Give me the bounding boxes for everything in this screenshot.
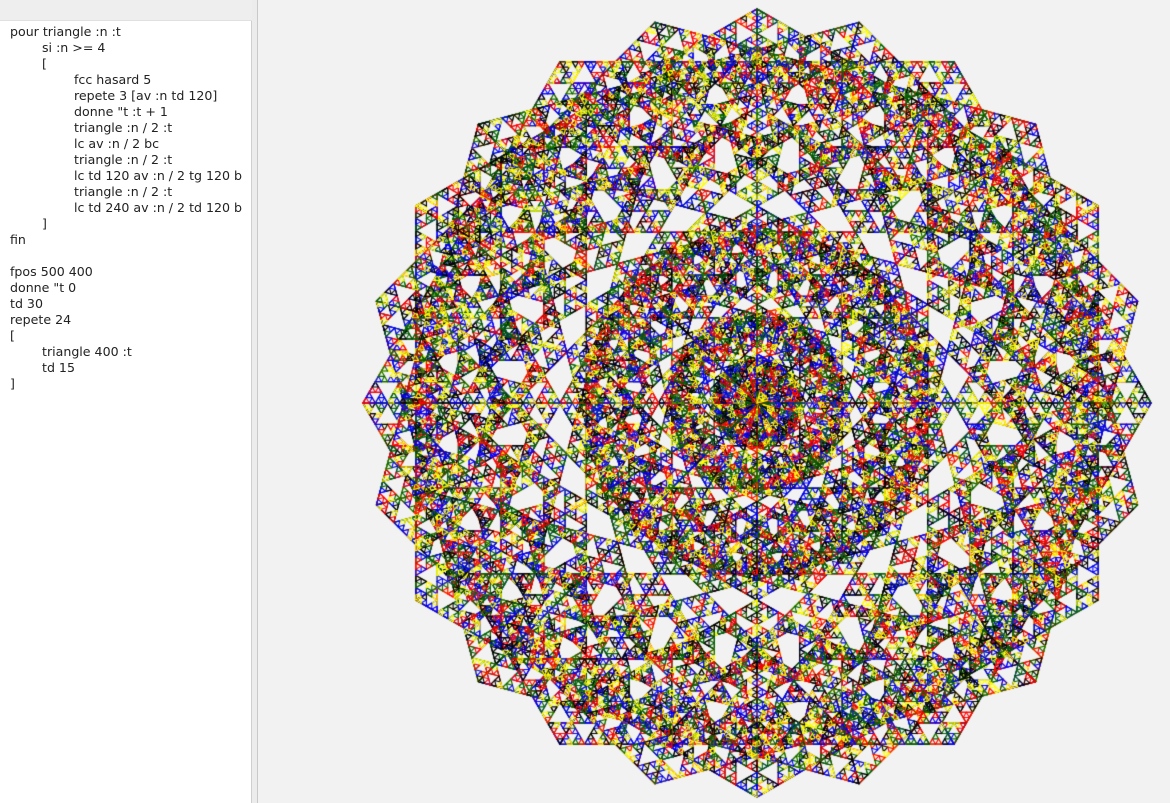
code-line: donne "t :t + 1	[74, 104, 168, 119]
code-line: fcc hasard 5	[74, 72, 152, 87]
code-line: triangle :n / 2 :t	[74, 184, 173, 199]
code-line: lc av :n / 2 bc	[74, 136, 160, 151]
code-line: triangle :n / 2 :t	[74, 152, 173, 167]
code-line: fpos 500 400	[10, 264, 93, 279]
code-line: triangle 400 :t	[42, 344, 132, 359]
code-line: lc td 120 av :n / 2 tg 120 b	[74, 168, 243, 183]
code-line: [	[42, 56, 47, 71]
code-editor-panel[interactable]: pour triangle :n :t si :n >= 4[fcc hasard…	[0, 0, 252, 803]
editor-header	[0, 0, 252, 21]
turtle-drawing-canvas	[258, 0, 1170, 803]
code-editor-text[interactable]: pour triangle :n :t si :n >= 4[fcc hasard…	[10, 24, 250, 392]
code-line: si :n >= 4	[42, 40, 106, 55]
code-line: repete 24	[10, 312, 72, 327]
code-line: donne "t 0	[10, 280, 77, 295]
code-line: lc td 240 av :n / 2 td 120 b	[74, 200, 243, 215]
code-line: pour triangle :n :t	[10, 24, 121, 39]
code-line: fin	[10, 232, 26, 247]
code-line: td 15	[42, 360, 75, 375]
code-line: [	[10, 328, 15, 343]
code-line: triangle :n / 2 :t	[74, 120, 173, 135]
code-line: ]	[10, 376, 15, 391]
code-line: td 30	[10, 296, 43, 311]
code-line: ]	[42, 216, 47, 231]
code-line: repete 3 [av :n td 120]	[74, 88, 218, 103]
drawing-canvas-panel	[258, 0, 1170, 803]
